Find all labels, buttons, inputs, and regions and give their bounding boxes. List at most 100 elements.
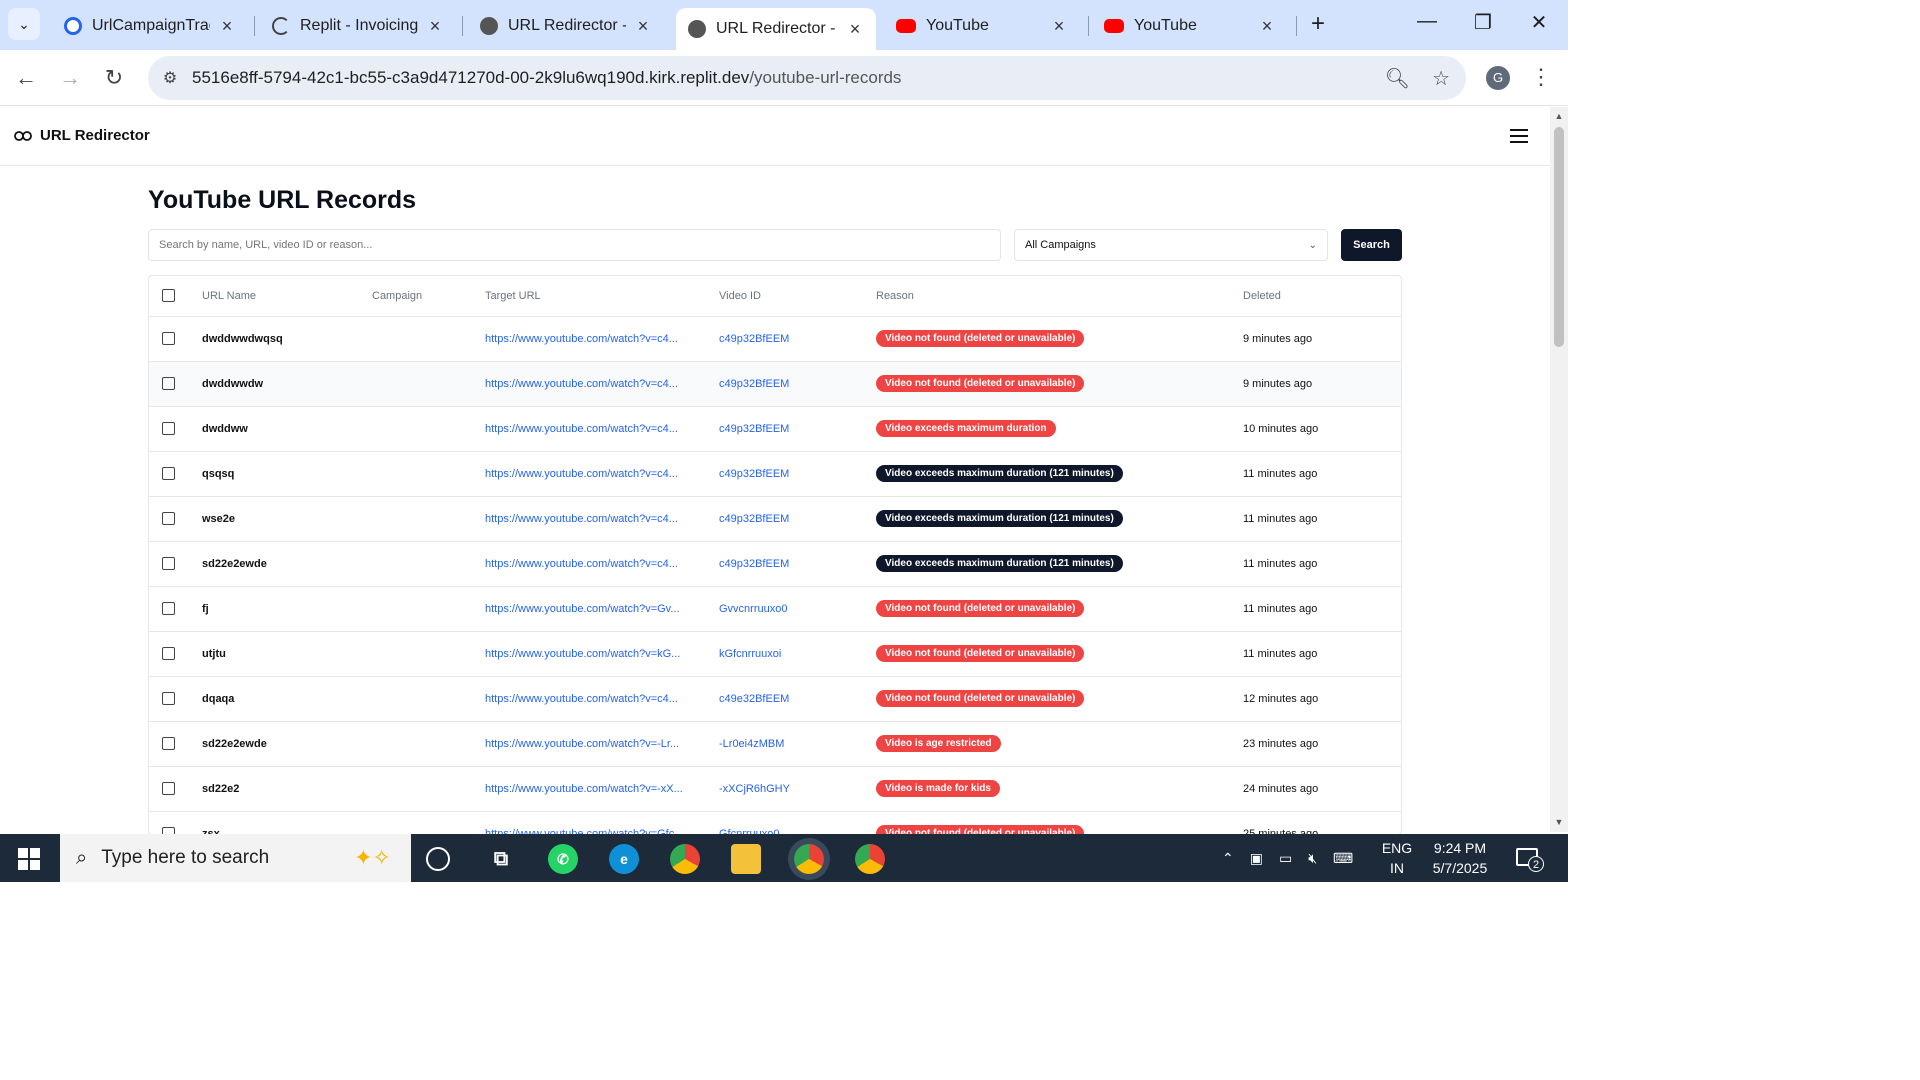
tab-search-button[interactable]: ⌄: [8, 8, 40, 40]
chrome-profile-r-icon[interactable]: [855, 844, 885, 874]
row-checkbox[interactable]: [162, 692, 175, 705]
target-url-link[interactable]: https://www.youtube.com/watch?v=-xX...: [485, 783, 683, 795]
row-checkbox[interactable]: [162, 512, 175, 525]
table-row[interactable]: dqaqa https://www.youtube.com/watch?v=c4.…: [149, 676, 1401, 722]
forward-arrow-icon[interactable]: →: [56, 64, 84, 92]
hamburger-menu-icon[interactable]: [1510, 129, 1528, 147]
table-row[interactable]: zsx https://www.youtube.com/watch?v=Gfc..…: [149, 811, 1401, 834]
restore-icon[interactable]: ❐: [1468, 10, 1498, 35]
column-video-id[interactable]: Video ID: [719, 276, 876, 317]
row-checkbox[interactable]: [162, 467, 175, 480]
video-id-link[interactable]: c49p32BfEEM: [719, 423, 789, 435]
scroll-down-arrow-icon[interactable]: ▼: [1554, 817, 1564, 827]
tab-url-redirector-active[interactable]: URL Redirector - C ×: [676, 8, 876, 50]
chrome-profile-g-icon[interactable]: [794, 844, 824, 874]
video-id-link[interactable]: c49p32BfEEM: [719, 513, 789, 525]
video-id-link[interactable]: Gvvcnrruuxo0: [719, 603, 787, 615]
select-all-checkbox[interactable]: [162, 289, 175, 303]
column-campaign[interactable]: Campaign: [372, 276, 485, 317]
tray-chevron-up-icon[interactable]: ⌃: [1222, 850, 1234, 867]
close-tab-icon[interactable]: ×: [1258, 16, 1276, 37]
video-id-link[interactable]: -Lr0ei4zMBM: [719, 738, 784, 750]
bookmark-star-icon[interactable]: ☆: [1432, 66, 1450, 91]
task-view-icon[interactable]: ⧉: [486, 844, 516, 874]
profile-avatar[interactable]: G: [1486, 66, 1510, 90]
table-row[interactable]: dwddwwdwqsq https://www.youtube.com/watch…: [149, 316, 1401, 362]
close-window-icon[interactable]: ✕: [1524, 10, 1554, 35]
taskbar-search-box[interactable]: ⌕ Type here to search ✦✧: [60, 834, 411, 882]
row-checkbox[interactable]: [162, 782, 175, 795]
video-id-link[interactable]: c49e32BfEEM: [719, 693, 789, 705]
target-url-link[interactable]: https://www.youtube.com/watch?v=c4...: [485, 468, 678, 480]
minimize-icon[interactable]: —: [1412, 10, 1442, 33]
target-url-link[interactable]: https://www.youtube.com/watch?v=Gv...: [485, 603, 680, 615]
scroll-up-arrow-icon[interactable]: ▲: [1554, 111, 1564, 121]
chrome-icon[interactable]: [670, 844, 700, 874]
table-row[interactable]: qsqsq https://www.youtube.com/watch?v=c4.…: [149, 451, 1401, 497]
close-tab-icon[interactable]: ×: [1050, 16, 1068, 37]
language-indicator[interactable]: ENG IN: [1380, 838, 1414, 878]
row-checkbox[interactable]: [162, 377, 175, 390]
scrollbar-thumb[interactable]: [1554, 127, 1564, 347]
battery-icon[interactable]: ▭: [1279, 850, 1292, 867]
row-checkbox[interactable]: [162, 737, 175, 750]
site-settings-icon[interactable]: ⚙: [148, 68, 192, 88]
target-url-link[interactable]: https://www.youtube.com/watch?v=kG...: [485, 648, 680, 660]
browser-menu-icon[interactable]: ⋮: [1530, 64, 1552, 90]
target-url-link[interactable]: https://www.youtube.com/watch?v=c4...: [485, 558, 678, 570]
address-url[interactable]: 5516e8ff-5794-42c1-bc55-c3a9d471270d-00-…: [192, 68, 901, 88]
tab-url-redirector-1[interactable]: URL Redirector - C ×: [468, 8, 664, 44]
target-url-link[interactable]: https://www.youtube.com/watch?v=c4...: [485, 333, 678, 345]
close-tab-icon[interactable]: ×: [634, 16, 652, 37]
target-url-link[interactable]: https://www.youtube.com/watch?v=c4...: [485, 513, 678, 525]
zoom-icon[interactable]: 🔍︎: [1385, 66, 1410, 91]
table-row[interactable]: dwddwwdw https://www.youtube.com/watch?v=…: [149, 361, 1401, 407]
video-id-link[interactable]: c49p32BfEEM: [719, 558, 789, 570]
video-id-link[interactable]: c49p32BfEEM: [719, 378, 789, 390]
video-id-link[interactable]: c49p32BfEEM: [719, 333, 789, 345]
tab-replit-invoicing[interactable]: Replit - Invoicing P ×: [260, 8, 456, 44]
search-button[interactable]: Search: [1341, 229, 1402, 261]
meet-now-icon[interactable]: ▣: [1250, 850, 1263, 867]
target-url-link[interactable]: https://www.youtube.com/watch?v=c4...: [485, 378, 678, 390]
reload-icon[interactable]: ↻: [100, 64, 128, 92]
target-url-link[interactable]: https://www.youtube.com/watch?v=-Lr...: [485, 738, 679, 750]
edge-icon[interactable]: e: [609, 844, 639, 874]
back-arrow-icon[interactable]: ←: [12, 64, 40, 92]
row-checkbox[interactable]: [162, 332, 175, 345]
row-checkbox[interactable]: [162, 647, 175, 660]
row-checkbox[interactable]: [162, 602, 175, 615]
column-url-name[interactable]: URL Name: [202, 276, 372, 317]
table-row[interactable]: utjtu https://www.youtube.com/watch?v=kG.…: [149, 631, 1401, 677]
file-explorer-icon[interactable]: [731, 844, 761, 874]
volume-muted-icon[interactable]: 🔇︎: [1308, 850, 1317, 867]
windows-start-icon[interactable]: [18, 848, 40, 870]
video-id-link[interactable]: -xXCjR6hGHY: [719, 783, 790, 795]
brand[interactable]: URL Redirector: [14, 127, 150, 144]
column-target-url[interactable]: Target URL: [485, 276, 719, 317]
search-input[interactable]: [148, 229, 1001, 261]
tab-urlcampaigntrack[interactable]: UrlCampaignTrack ×: [52, 8, 248, 44]
close-tab-icon[interactable]: ×: [426, 16, 444, 37]
table-row[interactable]: wse2e https://www.youtube.com/watch?v=c4.…: [149, 496, 1401, 542]
new-tab-button[interactable]: +: [1304, 10, 1332, 38]
close-tab-icon[interactable]: ×: [846, 19, 864, 40]
column-deleted[interactable]: Deleted: [1243, 276, 1401, 317]
table-row[interactable]: fj https://www.youtube.com/watch?v=Gv... G…: [149, 586, 1401, 632]
address-bar[interactable]: ⚙ 5516e8ff-5794-42c1-bc55-c3a9d471270d-0…: [148, 56, 1466, 100]
tab-youtube-2[interactable]: YouTube ×: [1092, 8, 1288, 44]
video-id-link[interactable]: c49p32BfEEM: [719, 468, 789, 480]
clock[interactable]: 9:24 PM 5/7/2025: [1420, 838, 1500, 878]
target-url-link[interactable]: https://www.youtube.com/watch?v=c4...: [485, 423, 678, 435]
page-scrollbar[interactable]: ▲ ▼: [1550, 107, 1568, 832]
table-row[interactable]: sd22e2ewde https://www.youtube.com/watch?…: [149, 721, 1401, 767]
table-row[interactable]: sd22e2ewde https://www.youtube.com/watch?…: [149, 541, 1401, 587]
close-tab-icon[interactable]: ×: [218, 16, 236, 37]
row-checkbox[interactable]: [162, 557, 175, 570]
row-checkbox[interactable]: [162, 422, 175, 435]
keyboard-icon[interactable]: ⌨: [1333, 850, 1353, 867]
target-url-link[interactable]: https://www.youtube.com/watch?v=c4...: [485, 693, 678, 705]
campaign-select[interactable]: All Campaigns ⌄: [1014, 229, 1328, 261]
video-id-link[interactable]: kGfcnrruuxoi: [719, 648, 781, 660]
tab-youtube-1[interactable]: YouTube ×: [884, 8, 1080, 44]
